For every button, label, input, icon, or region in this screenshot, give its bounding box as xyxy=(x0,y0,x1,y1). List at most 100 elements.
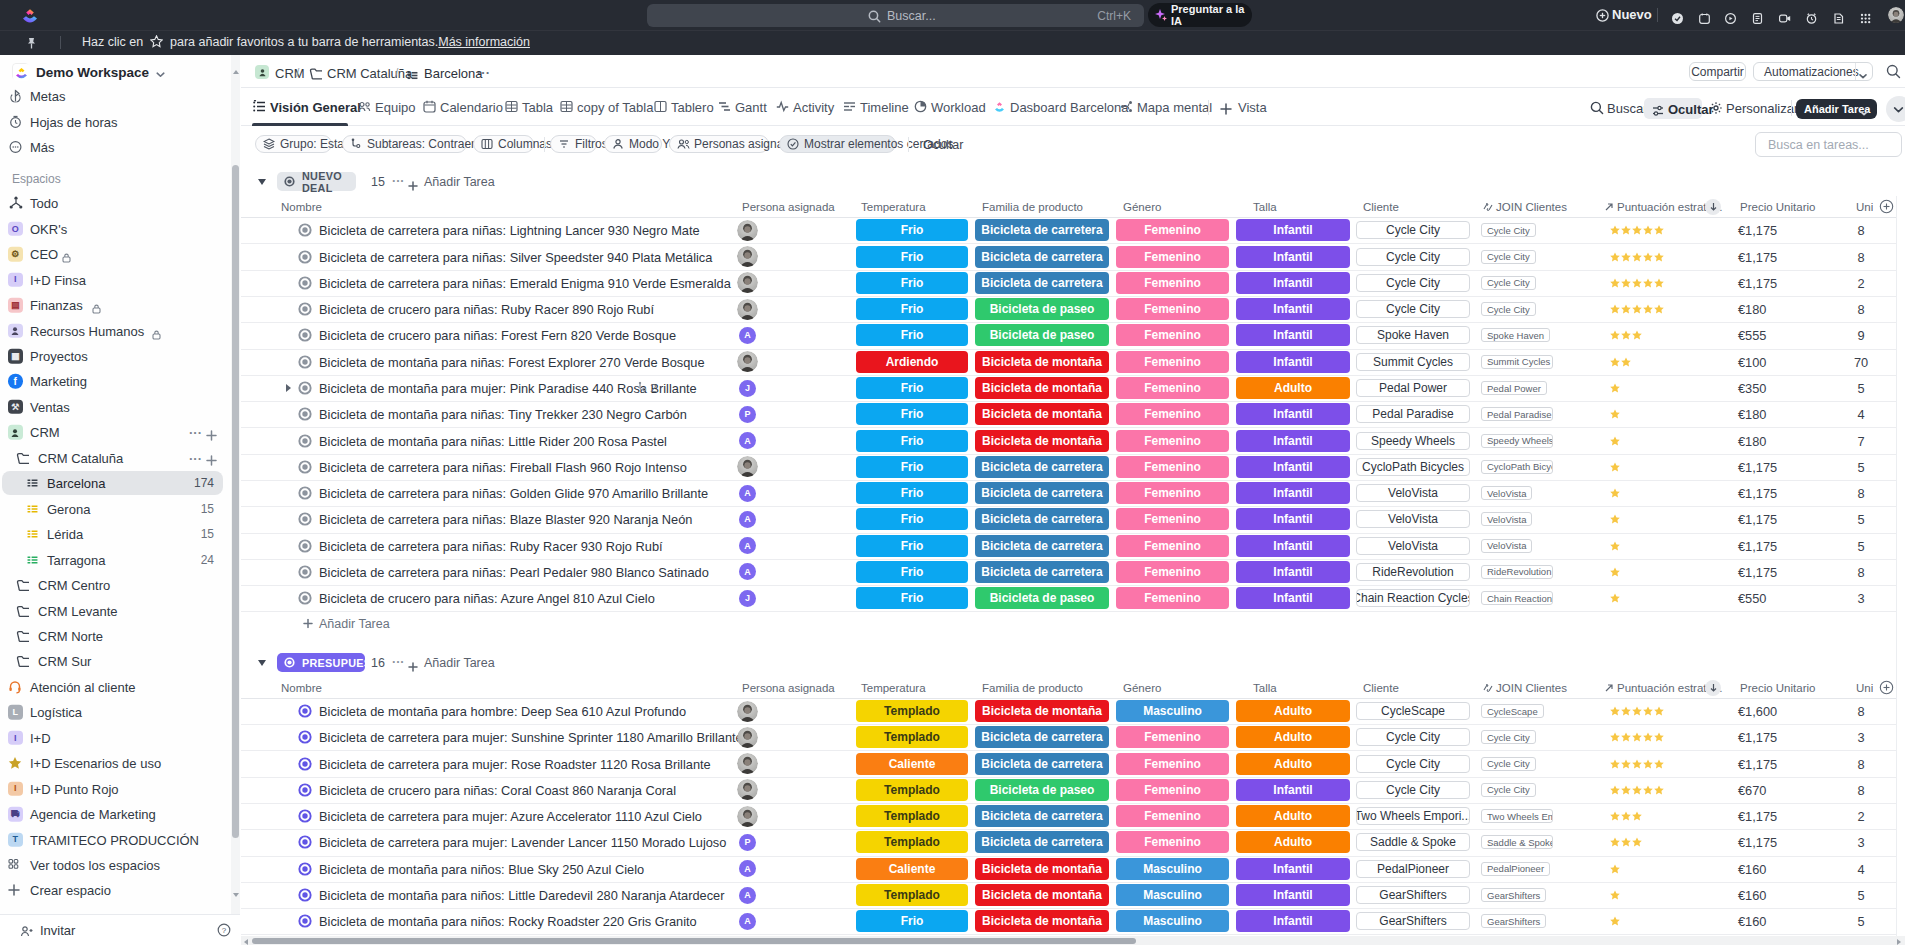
tab-Calendario[interactable]: Calendario xyxy=(440,100,503,115)
g1-addtask[interactable]: Añadir Tarea xyxy=(303,617,390,632)
sp2-tramiteco[interactable]: TRAMITECO PRODUCCIÓN xyxy=(30,832,199,847)
tab-ic-Visión G[interactable] xyxy=(253,100,266,113)
tab-ic-Tabla[interactable] xyxy=(505,100,518,113)
group2-dots[interactable]: ··· xyxy=(392,655,405,669)
ic-alarm[interactable] xyxy=(1806,10,1817,21)
sp-okrs[interactable]: OKR's xyxy=(30,221,67,236)
tab-copy of Tabla[interactable]: copy of Tabla xyxy=(577,100,653,115)
btn-compartir[interactable]: Compartir xyxy=(1689,62,1746,81)
f-sur[interactable]: CRM Sur xyxy=(38,654,91,669)
sp-marketing-ic[interactable]: f xyxy=(8,374,23,389)
tab-ic-Calendar[interactable] xyxy=(423,100,436,113)
tab-Gantt[interactable]: Gantt xyxy=(735,100,767,115)
chip-personas[interactable]: Personas asignadas xyxy=(669,135,769,153)
chip-columnas[interactable]: Columnas xyxy=(473,135,534,153)
sp-crm-ic[interactable] xyxy=(8,425,23,440)
tab-Equipo[interactable]: Equipo xyxy=(375,100,415,115)
btn-auto[interactable]: Automatizaciones xyxy=(1753,62,1873,81)
nav-mas-ic[interactable] xyxy=(9,141,22,154)
sp-idfinsa-ic[interactable]: I xyxy=(8,272,23,287)
chip-filtros[interactable]: Filtros xyxy=(550,135,597,153)
tab-ic-copy of[interactable] xyxy=(560,100,573,113)
chip-grupo[interactable]: Grupo: Estado xyxy=(255,135,332,153)
tab-ic-Equipo[interactable] xyxy=(358,100,371,113)
ws-logo[interactable] xyxy=(12,63,29,80)
sp-finanzas[interactable]: Finanzas xyxy=(30,298,83,313)
tab-Dasboard Barce[interactable]: Dasboard Barcelona xyxy=(1010,100,1129,115)
sp2-idesc[interactable]: I+D Escenarios de uso xyxy=(30,756,161,771)
nav-hojas-ic[interactable] xyxy=(9,115,22,128)
tb-ocultar[interactable]: Ocultar xyxy=(923,138,963,152)
tab-ic-Workload[interactable] xyxy=(914,100,927,113)
crumb-crm[interactable]: CRM xyxy=(275,65,305,80)
tab-ic-Activity[interactable] xyxy=(776,100,789,113)
tab-vista[interactable]: Vista xyxy=(1238,100,1267,115)
sp2-vertodos-ic[interactable] xyxy=(8,859,21,872)
sp2-agencia[interactable]: Agencia de Marketing xyxy=(30,807,156,822)
nav-metas-ic[interactable] xyxy=(9,90,22,103)
sp-ventas-ic[interactable]: ⚒ xyxy=(8,400,23,415)
sp-crm[interactable]: CRM xyxy=(30,425,60,440)
sp-crm-plus[interactable] xyxy=(206,427,217,445)
nav-mas[interactable]: Más xyxy=(30,140,55,155)
crumb-dots[interactable]: ··· xyxy=(477,65,490,80)
sp-rrhh-ic[interactable] xyxy=(8,323,23,338)
sp2-idrojo-ic[interactable]: I xyxy=(8,781,23,796)
sp-finanzas-ic[interactable]: ▤ xyxy=(8,298,23,313)
tab-ic-Timeline[interactable] xyxy=(843,100,856,113)
tab-ic-Gantt[interactable] xyxy=(718,100,731,113)
f-norte[interactable]: CRM Norte xyxy=(38,628,103,643)
li-lerida[interactable]: Lérida xyxy=(47,527,83,542)
tab-Tablero[interactable]: Tablero xyxy=(671,100,714,115)
sp2-idesc-ic[interactable] xyxy=(8,756,22,770)
sp-ceo-ic[interactable]: ⚙ xyxy=(8,247,23,262)
sp-crm-dots[interactable]: ··· xyxy=(189,425,202,440)
ic-doc1[interactable] xyxy=(1752,10,1763,21)
tab-ic-Tablero[interactable] xyxy=(654,100,667,113)
f-centro[interactable]: CRM Centro xyxy=(38,578,110,593)
tab-Tabla[interactable]: Tabla xyxy=(522,100,553,115)
ws-chev[interactable] xyxy=(155,66,166,84)
group2-plus[interactable] xyxy=(408,658,418,676)
sp2-crear-ic[interactable] xyxy=(8,884,20,896)
crumb-crm-ic[interactable] xyxy=(255,65,269,79)
top-avatar[interactable] xyxy=(1888,7,1904,23)
tab-Visión General[interactable]: Visión General xyxy=(270,100,361,115)
li-lerida-ic[interactable] xyxy=(27,529,38,540)
ai-pill[interactable]: Preguntar a la IA xyxy=(1148,3,1252,27)
ic-cal[interactable] xyxy=(1699,10,1710,21)
tab-plus[interactable] xyxy=(1220,101,1232,119)
f-norte-ic[interactable] xyxy=(16,629,29,642)
f-cat[interactable]: CRM Cataluña xyxy=(38,450,123,465)
ic-grid[interactable] xyxy=(1860,10,1871,21)
sp-todo-ic[interactable] xyxy=(9,196,23,210)
f-cat-ic[interactable] xyxy=(16,451,29,464)
tab-Mapa mental[interactable]: Mapa mental xyxy=(1137,100,1212,115)
sp2-crear[interactable]: Crear espacio xyxy=(30,883,111,898)
help-ic[interactable]: ? xyxy=(217,923,231,941)
ic-doc2[interactable] xyxy=(1833,10,1844,21)
sp2-atencion-ic[interactable] xyxy=(8,680,22,694)
li-barcelona-ic[interactable] xyxy=(27,478,38,489)
btn-add-task[interactable]: Añadir Tarea xyxy=(1796,99,1877,119)
tab-Activity[interactable]: Activity xyxy=(793,100,834,115)
sp2-logistica-ic[interactable]: L xyxy=(8,705,23,720)
task-search[interactable]: Busca en tareas... xyxy=(1755,132,1902,157)
nav-metas[interactable]: Metas xyxy=(30,89,65,104)
ctl-ocultar[interactable]: Ocultar xyxy=(1644,98,1702,119)
sp-todo[interactable]: Todo xyxy=(30,196,58,211)
tab-ic-Dasboard[interactable] xyxy=(993,100,1006,113)
nav-hojas[interactable]: Hojas de horas xyxy=(30,114,117,129)
f-levante-ic[interactable] xyxy=(16,604,29,617)
sp-proyectos[interactable]: Proyectos xyxy=(30,349,88,364)
sp2-id-ic[interactable]: I xyxy=(8,731,23,746)
sp2-atencion[interactable]: Atención al cliente xyxy=(30,679,136,694)
sp2-logistica[interactable]: Logística xyxy=(30,705,82,720)
chip-modoyo[interactable]: Modo Yo xyxy=(604,135,662,153)
sp-ceo[interactable]: CEO xyxy=(30,247,58,262)
ic-video[interactable] xyxy=(1779,10,1790,21)
li-tarragona-ic[interactable] xyxy=(27,554,38,565)
sp2-id[interactable]: I+D xyxy=(30,730,51,745)
sp-ventas[interactable]: Ventas xyxy=(30,399,70,414)
group1-dots[interactable]: ··· xyxy=(392,174,405,188)
